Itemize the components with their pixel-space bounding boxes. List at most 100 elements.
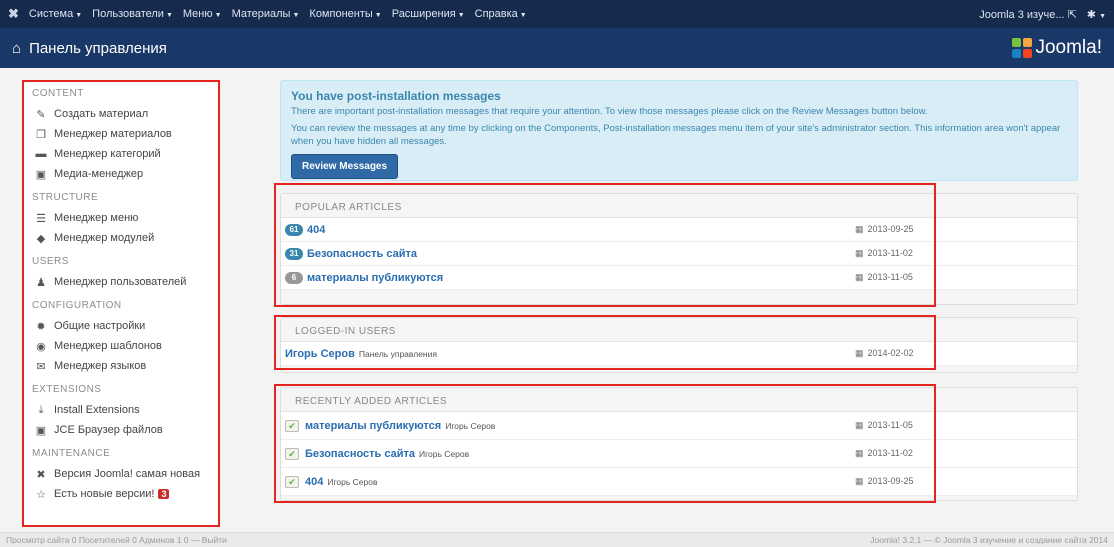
users-icon: ♟ [36, 276, 46, 289]
alert-text-2: You can review the messages at any time … [291, 123, 1061, 147]
section-title-users: USERS [32, 256, 69, 267]
page-title: Панель управления [29, 39, 167, 57]
section-title-maintenance: MAINTENANCE [32, 448, 111, 459]
sidebar-item-category-manager[interactable]: ▬ Менеджер категорий [32, 144, 210, 164]
article-link[interactable]: материалы публикуются [307, 272, 443, 284]
menu-extensions[interactable]: Расширения ▼ [392, 8, 465, 20]
menu-label: Меню [182, 8, 213, 20]
sidebar-item-label: Менеджер языков [54, 360, 147, 372]
footer-status[interactable]: Просмотр сайта 0 Посетителей 0 Админов 1… [6, 535, 227, 545]
menu-label: Пользователи [92, 8, 164, 20]
alert-text-1: There are important post-installation me… [291, 106, 928, 117]
menu-menus[interactable]: Меню ▼ [183, 8, 222, 20]
menu-system[interactable]: Система ▼ [29, 8, 82, 20]
date-value: 2013-11-05 [867, 420, 913, 430]
updates-badge: 3 [158, 489, 170, 499]
sidebar-item-label: Менеджер меню [54, 212, 139, 224]
star-icon: ☆ [36, 488, 46, 501]
menu-content[interactable]: Материалы ▼ [232, 8, 300, 20]
sidebar-item-joomla-version[interactable]: ✖ Версия Joomla! самая новая [32, 464, 210, 484]
table-row: 31 Безопасность сайта ▦ 2013-11-02 [281, 242, 1077, 266]
calendar-icon: ▦ [855, 420, 864, 430]
section-title-structure: STRUCTURE [32, 192, 99, 203]
sidebar-item-article-manager[interactable]: ❐ Менеджер материалов [32, 124, 210, 144]
hits-badge: 61 [285, 223, 303, 236]
cube-icon: ◆ [36, 232, 46, 245]
external-link-icon: ⇱ [1067, 8, 1077, 21]
sidebar-item-language-manager[interactable]: ✉ Менеджер языков [32, 356, 210, 376]
menu-label: Справка [474, 8, 518, 20]
sidebar-item-create-article[interactable]: ✎ Создать материал [32, 104, 210, 124]
sidebar-item-template-manager[interactable]: ◉ Менеджер шаблонов [32, 336, 210, 356]
hits-badge: 31 [285, 247, 303, 260]
menu-users[interactable]: Пользователи ▼ [92, 8, 173, 20]
pencil-icon: ✎ [36, 108, 46, 121]
image-icon: ▣ [35, 168, 47, 181]
menu-label: Система [28, 8, 74, 20]
footer-copyright: Joomla! 3.2.1 — © Joomla 3 изучение и со… [870, 535, 1108, 545]
calendar-icon: ▦ [855, 348, 864, 358]
calendar-icon: ▦ [855, 476, 864, 486]
sidebar-item-jce-browser[interactable]: ▣ JCE Браузер файлов [32, 420, 210, 440]
panel-title: POPULAR ARTICLES [281, 194, 1077, 218]
review-messages-button[interactable]: Review Messages [291, 154, 399, 179]
sidebar-item-menu-manager[interactable]: ☰ Менеджер меню [32, 208, 210, 228]
article-link[interactable]: 404 [305, 476, 323, 488]
section-title-extensions: EXTENSIONS [32, 384, 102, 395]
post-install-alert: You have post-installation messages Ther… [280, 80, 1078, 181]
sidebar-item-label: Создать материал [54, 108, 149, 120]
article-link[interactable]: Безопасность сайта [305, 448, 415, 460]
date-value: 2014-02-02 [867, 348, 914, 358]
menu-components[interactable]: Компоненты ▼ [309, 8, 381, 20]
sidebar-item-user-manager[interactable]: ♟ Менеджер пользователей [32, 272, 210, 292]
alert-title: You have post-installation messages [291, 89, 501, 103]
download-icon: ⤓ [38, 403, 44, 416]
comments-icon: ✉ [36, 360, 46, 373]
table-row: Игорь Серов Панель управления ▦ 2014-02-0… [281, 342, 1077, 366]
table-row: ✔ материалы публикуются Игорь Серов ▦ 201… [281, 412, 1077, 440]
table-row: 61 404 ▦ 2013-09-25 [281, 218, 1077, 242]
date-cell: ▦ 2013-11-02 [855, 248, 913, 259]
menu-help[interactable]: Справка ▼ [475, 8, 527, 20]
cog-icon: ✹ [36, 320, 46, 333]
sidebar-item-label: Общие настройки [54, 320, 146, 332]
sidebar-item-media-manager[interactable]: ▣ Медиа-менеджер [32, 164, 210, 184]
joomla-menu-icon[interactable]: ✖ [8, 6, 19, 22]
user-menu[interactable]: ✱ ▼ [1087, 8, 1106, 21]
sidebar-item-label: JCE Браузер файлов [54, 424, 163, 436]
published-check-icon[interactable]: ✔ [285, 419, 299, 432]
picture-icon: ▣ [35, 424, 47, 437]
date-cell: ▦ 2013-09-25 [855, 476, 914, 487]
date-value: 2013-11-05 [867, 272, 913, 282]
joomla-logo-icon [1012, 38, 1033, 58]
published-check-icon[interactable]: ✔ [285, 447, 299, 460]
sidebar-item-label: Install Extensions [54, 404, 140, 416]
article-link[interactable]: Безопасность сайта [307, 248, 417, 260]
user-link[interactable]: Игорь Серов [285, 348, 355, 360]
article-link[interactable]: 404 [307, 224, 325, 236]
sidebar-item-updates[interactable]: ☆ Есть новые версии! 3 [32, 484, 210, 504]
eye-icon: ◉ [36, 340, 46, 353]
sidebar-item-global-config[interactable]: ✹ Общие настройки [32, 316, 210, 336]
sidebar-item-label: Менеджер пользователей [54, 276, 187, 288]
sidebar-item-install-extensions[interactable]: ⤓ Install Extensions [32, 400, 210, 420]
table-row: 6 материалы публикуются ▦ 2013-11-05 [281, 266, 1077, 290]
popular-articles-panel: POPULAR ARTICLES 61 404 ▦ 2013-09-25 31 Б… [280, 193, 1078, 305]
menu-label: Материалы [231, 8, 291, 20]
article-author: Игорь Серов [419, 448, 470, 459]
sidebar-item-label: Менеджер категорий [54, 148, 161, 160]
joomla-logo[interactable]: Joomla! [1012, 37, 1102, 59]
article-author: Игорь Серов [445, 420, 496, 431]
folder-icon: ▬ [35, 148, 47, 160]
table-row: ✔ Безопасность сайта Игорь Серов ▦ 2013-1… [281, 440, 1077, 468]
site-link[interactable]: Joomla 3 изуче... ⇱ [979, 8, 1077, 21]
article-link[interactable]: материалы публикуются [305, 420, 441, 432]
panel-title: LOGGED-IN USERS [281, 318, 1077, 342]
section-title-configuration: CONFIGURATION [32, 300, 122, 311]
published-check-icon[interactable]: ✔ [285, 475, 299, 488]
calendar-icon: ▦ [855, 448, 864, 458]
date-cell: ▦ 2013-11-02 [855, 448, 913, 459]
section-title-content: CONTENT [32, 88, 84, 99]
sidebar-item-label: Версия Joomla! самая новая [54, 468, 201, 480]
sidebar-item-module-manager[interactable]: ◆ Менеджер модулей [32, 228, 210, 248]
